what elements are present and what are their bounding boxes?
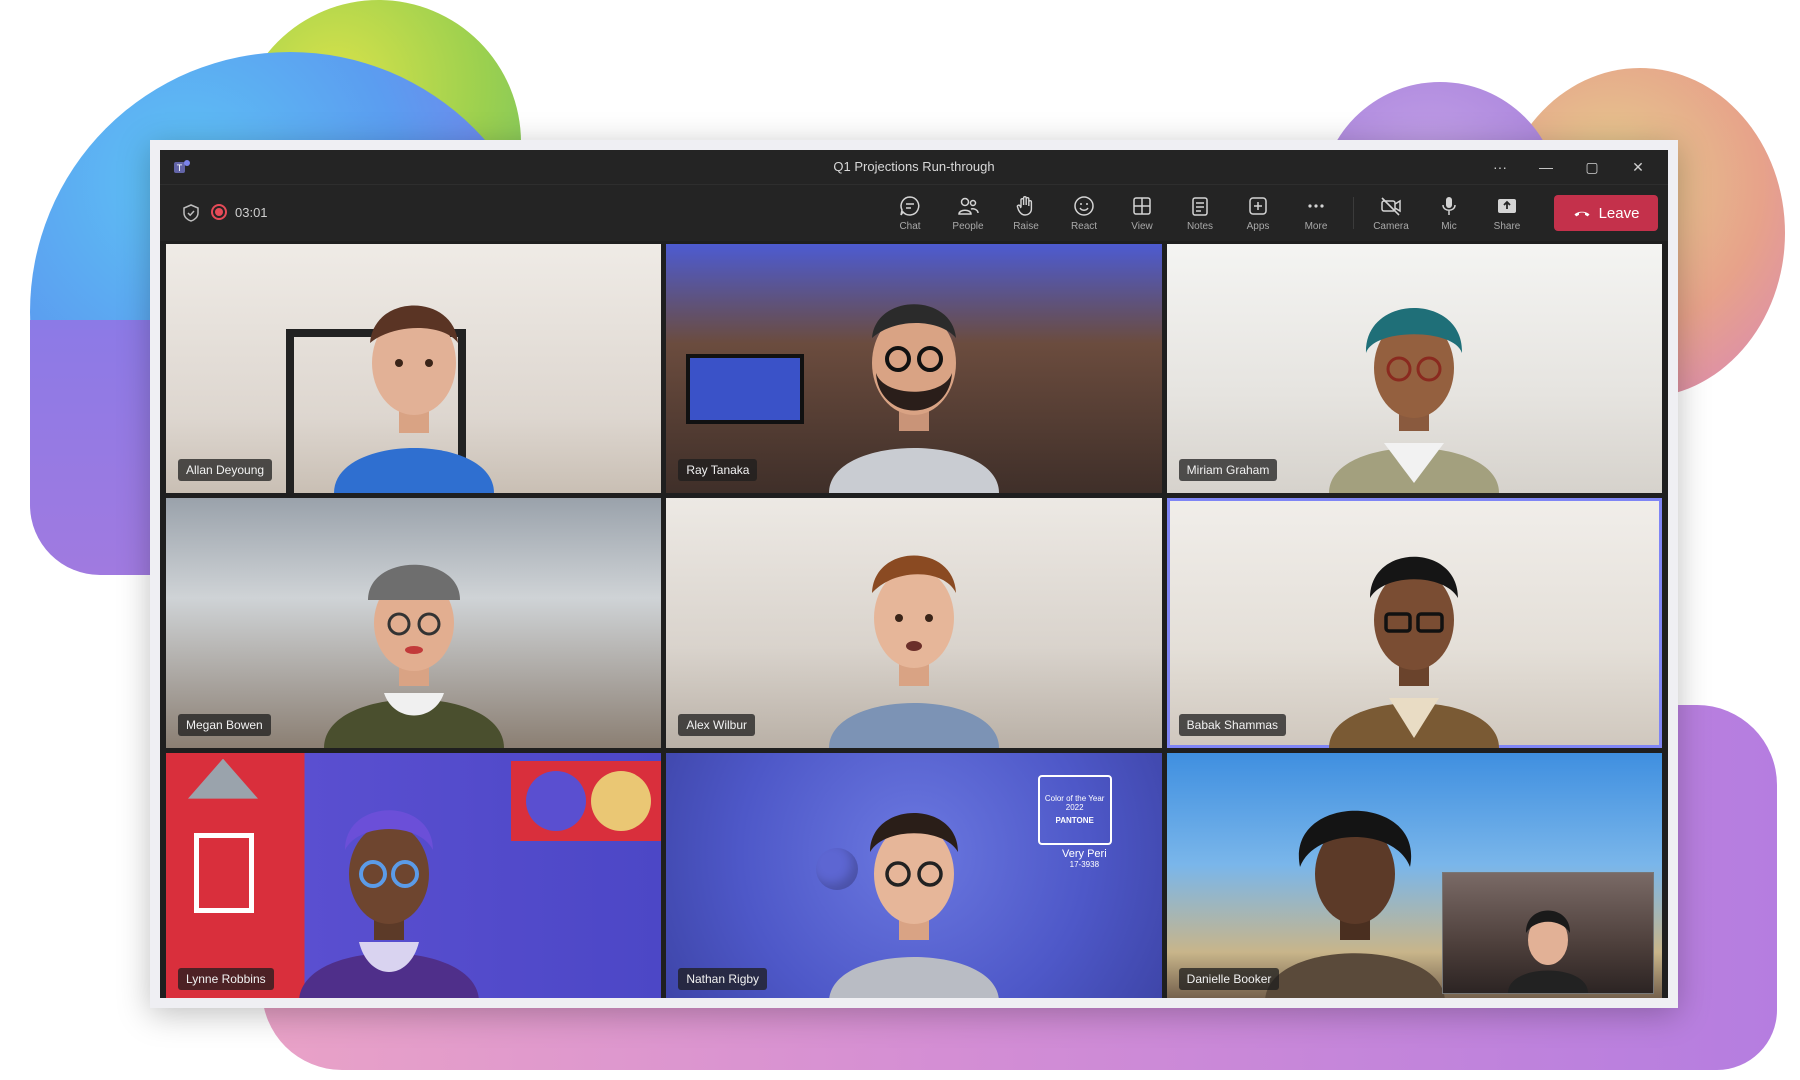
more-icon xyxy=(1308,204,1324,208)
participant-name: Lynne Robbins xyxy=(178,967,274,990)
leave-label: Leave xyxy=(1598,204,1640,222)
mic-button[interactable]: Mic xyxy=(1420,189,1478,237)
chat-button[interactable]: Chat xyxy=(881,189,939,237)
participant-tile[interactable]: Danielle Booker xyxy=(1166,752,1662,998)
people-label: People xyxy=(952,221,984,232)
avatar xyxy=(828,304,999,494)
pantone-brand: PANTONE xyxy=(1055,816,1094,826)
apps-icon xyxy=(1249,197,1267,215)
mic-label: Mic xyxy=(1441,221,1457,232)
participant-tile[interactable]: Miriam Graham xyxy=(1166,244,1662,494)
pantone-card: Color of the Year 2022 PANTONE xyxy=(1037,774,1112,845)
react-button[interactable]: React xyxy=(1055,189,1113,237)
react-label: React xyxy=(1070,221,1098,232)
meeting-timer: 03:01 xyxy=(235,205,268,220)
notes-icon xyxy=(1192,197,1208,216)
notes-button[interactable]: Notes xyxy=(1171,189,1229,237)
camera-button[interactable]: Camera xyxy=(1362,189,1420,237)
participant-name: Megan Bowen xyxy=(178,713,271,736)
participant-name: Babak Shammas xyxy=(1178,713,1287,736)
raise-label: Raise xyxy=(1013,221,1039,232)
share-button[interactable]: Share xyxy=(1478,189,1536,237)
pantone-caption: Color of the Year 2022 xyxy=(1044,794,1105,813)
people-button[interactable]: People xyxy=(939,189,997,237)
close-button[interactable]: ✕ xyxy=(1618,154,1658,180)
avatar xyxy=(828,555,999,748)
participant-tile[interactable]: Color of the Year 2022 PANTONE Very Peri… xyxy=(666,752,1162,998)
notes-label: Notes xyxy=(1186,221,1214,232)
view-icon xyxy=(1133,197,1151,215)
chat-icon xyxy=(900,196,920,216)
share-icon xyxy=(1498,199,1516,213)
avatar xyxy=(333,305,494,494)
self-avatar xyxy=(1508,910,1588,993)
chat-label: Chat xyxy=(899,221,921,232)
apps-button[interactable]: Apps xyxy=(1229,189,1287,237)
participant-tile[interactable]: Lynne Robbins xyxy=(166,752,662,998)
participant-name: Alex Wilbur xyxy=(678,713,756,736)
participant-tile[interactable]: Allan Deyoung xyxy=(166,244,662,494)
participant-name: Miriam Graham xyxy=(1178,459,1278,482)
more-label: More xyxy=(1304,221,1328,232)
mic-icon xyxy=(1442,197,1456,215)
participant-name: Nathan Rigby xyxy=(678,967,768,990)
participant-tile-active-speaker[interactable]: Babak Shammas xyxy=(1166,498,1662,748)
lamp-shade xyxy=(188,758,258,799)
title-bar: T Q1 Projections Run-through ··· — ▢ ✕ xyxy=(160,150,1668,184)
participant-tile[interactable]: Megan Bowen xyxy=(166,498,662,748)
camera-label: Camera xyxy=(1373,221,1409,232)
view-label: View xyxy=(1131,221,1153,232)
raise-hand-icon xyxy=(1016,196,1033,216)
avatar xyxy=(1329,308,1500,494)
more-button[interactable]: More xyxy=(1287,189,1345,237)
wall-frame xyxy=(194,832,254,913)
participant-name: Ray Tanaka xyxy=(678,459,758,482)
pantone-color-name: Very Peri xyxy=(1062,847,1107,860)
avatar xyxy=(829,812,999,998)
react-icon xyxy=(1074,196,1094,216)
participant-tile[interactable]: Alex Wilbur xyxy=(666,498,1162,748)
wall-art-circle xyxy=(591,770,652,831)
toolbar-divider xyxy=(1353,197,1354,229)
participant-tile[interactable]: Ray Tanaka xyxy=(666,244,1162,494)
minimize-button[interactable]: — xyxy=(1526,154,1566,180)
pantone-color-label: Very Peri 17-3938 xyxy=(1062,848,1107,869)
phone-hangup-icon xyxy=(1574,211,1590,217)
camera-off-icon xyxy=(1381,197,1401,216)
toolbar-actions: Chat People Raise React View Notes Apps … xyxy=(881,189,1658,237)
self-view-preview[interactable] xyxy=(1442,871,1654,994)
avatar xyxy=(323,564,504,748)
participant-name: Allan Deyoung xyxy=(178,459,273,482)
more-options-icon[interactable]: ··· xyxy=(1480,154,1520,180)
video-grid: Allan Deyoung Ray Tanaka Miriam Graham M… xyxy=(166,244,1662,998)
people-icon xyxy=(958,197,979,215)
share-label: Share xyxy=(1493,221,1521,232)
apps-label: Apps xyxy=(1246,221,1270,232)
recording-icon xyxy=(211,204,227,220)
avatar xyxy=(299,810,479,998)
tv-screen xyxy=(686,354,805,424)
shield-icon xyxy=(183,204,199,222)
raise-hand-button[interactable]: Raise xyxy=(997,189,1055,237)
view-button[interactable]: View xyxy=(1113,189,1171,237)
leave-button[interactable]: Leave xyxy=(1554,195,1658,231)
pantone-code: 17-3938 xyxy=(1069,859,1100,869)
avatar xyxy=(1329,556,1500,748)
window-title: Q1 Projections Run-through xyxy=(833,159,995,174)
maximize-button[interactable]: ▢ xyxy=(1572,154,1612,180)
wall-art-circle xyxy=(526,770,587,831)
teams-meeting-window: T Q1 Projections Run-through ··· — ▢ ✕ 0… xyxy=(150,140,1678,1008)
participant-name: Danielle Booker xyxy=(1178,967,1280,990)
meeting-toolbar: 03:01 Chat People Raise React View Notes… xyxy=(160,184,1668,241)
